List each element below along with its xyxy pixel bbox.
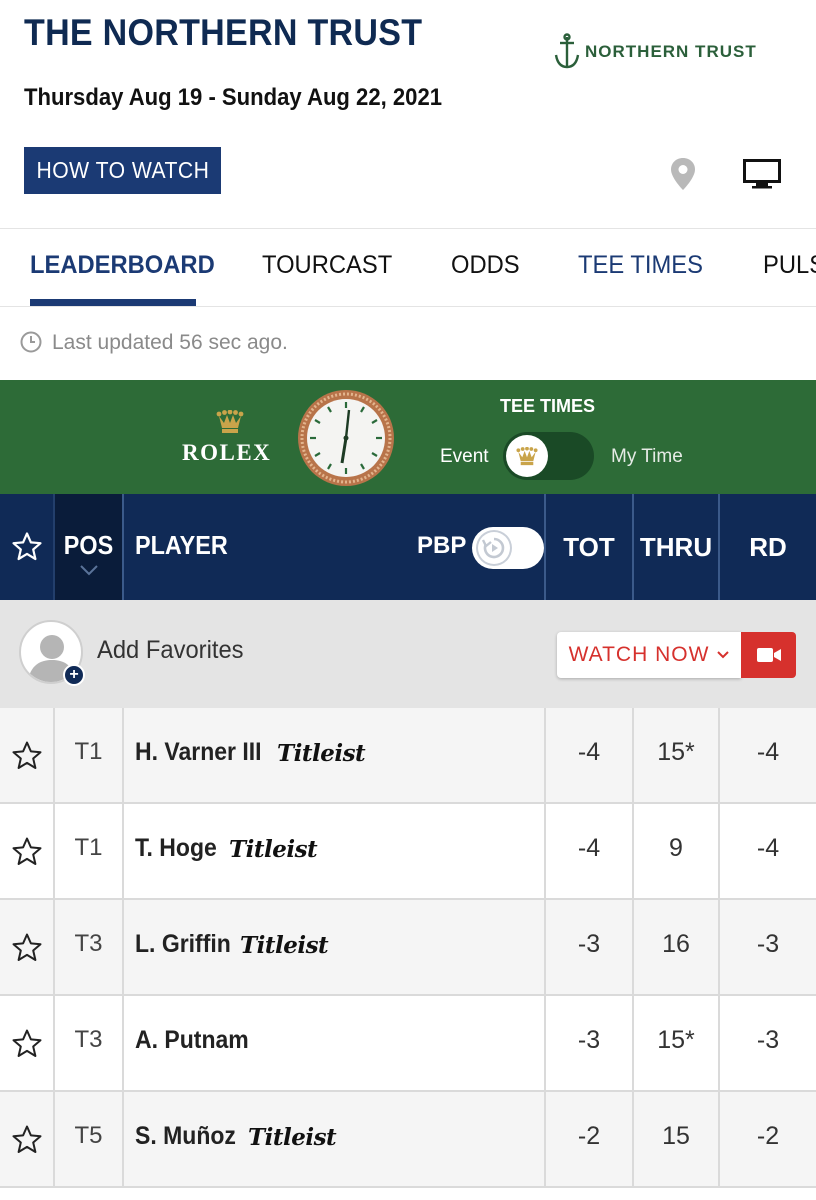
position-cell: T3 [74,1026,103,1053]
map-pin-icon[interactable] [670,157,696,191]
titleist-logo: Titleist [229,836,318,863]
how-to-watch-button[interactable]: HOW TO WATCH [24,147,221,194]
position-cell: T1 [74,834,103,861]
tab-leaderboard[interactable]: LEADERBOARD [30,251,215,280]
favorites-bar: + Add Favorites WATCH NOW [0,600,816,708]
table-row[interactable]: T5 S. Muñoz Titleist -2 15 -2 [0,1092,816,1188]
brand-logo-text: NORTHERN TRUST [585,42,757,61]
position-cell: T5 [74,1122,103,1149]
how-to-watch-label: HOW TO WATCH [36,157,209,183]
table-row[interactable]: T3 L. Griffin Titleist -3 16 -3 [0,900,816,996]
anchor-icon [554,33,580,69]
tot-column-header[interactable]: TOT [546,494,632,600]
tab-tee-times[interactable]: TEE TIMES [578,251,703,280]
column-divider [122,900,124,994]
leaderboard-rows: T1 H. Varner III Titleist -4 15* -4 T1 T. Hoge T… [0,708,816,1188]
replay-icon [481,537,505,559]
column-divider [122,804,124,898]
thru-cell: 9 [669,834,683,862]
pos-header-label: POS [63,530,114,560]
round-score-cell: -3 [756,930,780,958]
player-name[interactable]: L. Griffin [135,930,231,959]
northern-trust-logo: NORTHERN TRUST [553,32,785,72]
pbp-toggle-knob [476,530,512,566]
rolex-sponsor-banner: ROLEX TEE TIMES Event My Time [0,380,816,494]
total-score-cell: -2 [577,1122,601,1150]
tv-icon[interactable] [743,159,781,189]
tee-times-label: TEE TIMES [500,396,596,416]
leaderboard-header: POS PLAYER PBP TOT THRU RD [0,494,816,600]
thru-column-header[interactable]: THRU [634,494,718,600]
rolex-clock-icon [298,390,394,486]
table-row[interactable]: T1 T. Hoge Titleist -4 9 -4 [0,804,816,900]
titleist-logo: Titleist [240,932,329,959]
table-row[interactable]: T3 A. Putnam -3 15* -3 [0,996,816,1092]
favorite-star-icon[interactable] [11,740,43,772]
titleist-logo: Titleist [248,1124,337,1151]
player-name[interactable]: S. Muñoz [135,1122,236,1151]
tab-bar: LEADERBOARD TOURCAST ODDS TEE TIMES PULS [0,228,816,307]
rd-column-header[interactable]: RD [720,494,816,600]
tab-pulse[interactable]: PULS [763,251,816,280]
column-divider [122,996,124,1090]
position-cell: T1 [74,738,103,765]
favorite-star-icon[interactable] [11,836,43,868]
active-tab-indicator [30,299,196,306]
thru-cell: 15* [657,738,695,766]
rolex-crown-icon [216,410,244,433]
thru-cell: 16 [662,930,690,958]
rolex-wordmark: ROLEX [182,440,272,465]
player-name[interactable]: T. Hoge [135,834,217,863]
watch-now-label: WATCH NOW [568,643,710,666]
round-score-cell: -4 [756,834,780,862]
player-name[interactable]: A. Putnam [135,1026,249,1055]
position-cell: T3 [74,930,103,957]
watch-now-button[interactable]: WATCH NOW [557,632,741,678]
total-score-cell: -3 [577,930,601,958]
last-updated-bar: Last updated 56 sec ago. [0,307,816,380]
video-camera-button[interactable] [741,632,796,678]
total-score-cell: -3 [577,1026,601,1054]
pos-column-header[interactable]: POS [55,494,122,600]
last-updated-text: Last updated 56 sec ago. [52,331,288,354]
total-score-cell: -4 [577,738,601,766]
chevron-down-icon [80,565,98,576]
chevron-down-icon [717,651,730,659]
column-divider [122,494,124,600]
add-favorite-plus-icon[interactable]: + [63,664,85,686]
tab-tourcast[interactable]: TOURCAST [262,251,392,280]
total-score-cell: -4 [577,834,601,862]
favorite-star-icon[interactable] [11,1124,43,1156]
tab-odds[interactable]: ODDS [451,251,520,280]
favorite-star-icon[interactable] [11,1028,43,1060]
rolex-crown-icon [516,446,538,465]
event-title: THE NORTHERN TRUST [24,12,423,53]
thru-cell: 15 [662,1122,690,1150]
pbp-toggle[interactable] [472,527,544,569]
round-score-cell: -2 [756,1122,780,1150]
favorite-star-icon[interactable] [11,932,43,964]
column-divider [122,708,124,802]
toggle-knob [506,435,548,477]
round-score-cell: -3 [756,1026,780,1054]
pbp-label: PBP [417,532,467,559]
toggle-event-label: Event [440,446,489,467]
favorite-all-star-icon[interactable] [11,531,43,563]
toggle-my-time-label: My Time [611,446,683,467]
add-favorites-label[interactable]: Add Favorites [97,636,244,665]
clock-icon [20,331,42,353]
table-row[interactable]: T1 H. Varner III Titleist -4 15* -4 [0,708,816,804]
player-column-header: PLAYER [135,530,228,560]
video-camera-icon [756,648,781,662]
tee-time-zone-toggle[interactable] [503,432,594,480]
round-score-cell: -4 [756,738,780,766]
player-name[interactable]: H. Varner III [135,738,262,767]
column-divider [122,1092,124,1186]
titleist-logo: Titleist [277,740,366,767]
event-header: THE NORTHERN TRUST Thursday Aug 19 - Sun… [0,0,816,228]
thru-cell: 15* [657,1026,695,1054]
event-dates: Thursday Aug 19 - Sunday Aug 22, 2021 [24,84,443,111]
